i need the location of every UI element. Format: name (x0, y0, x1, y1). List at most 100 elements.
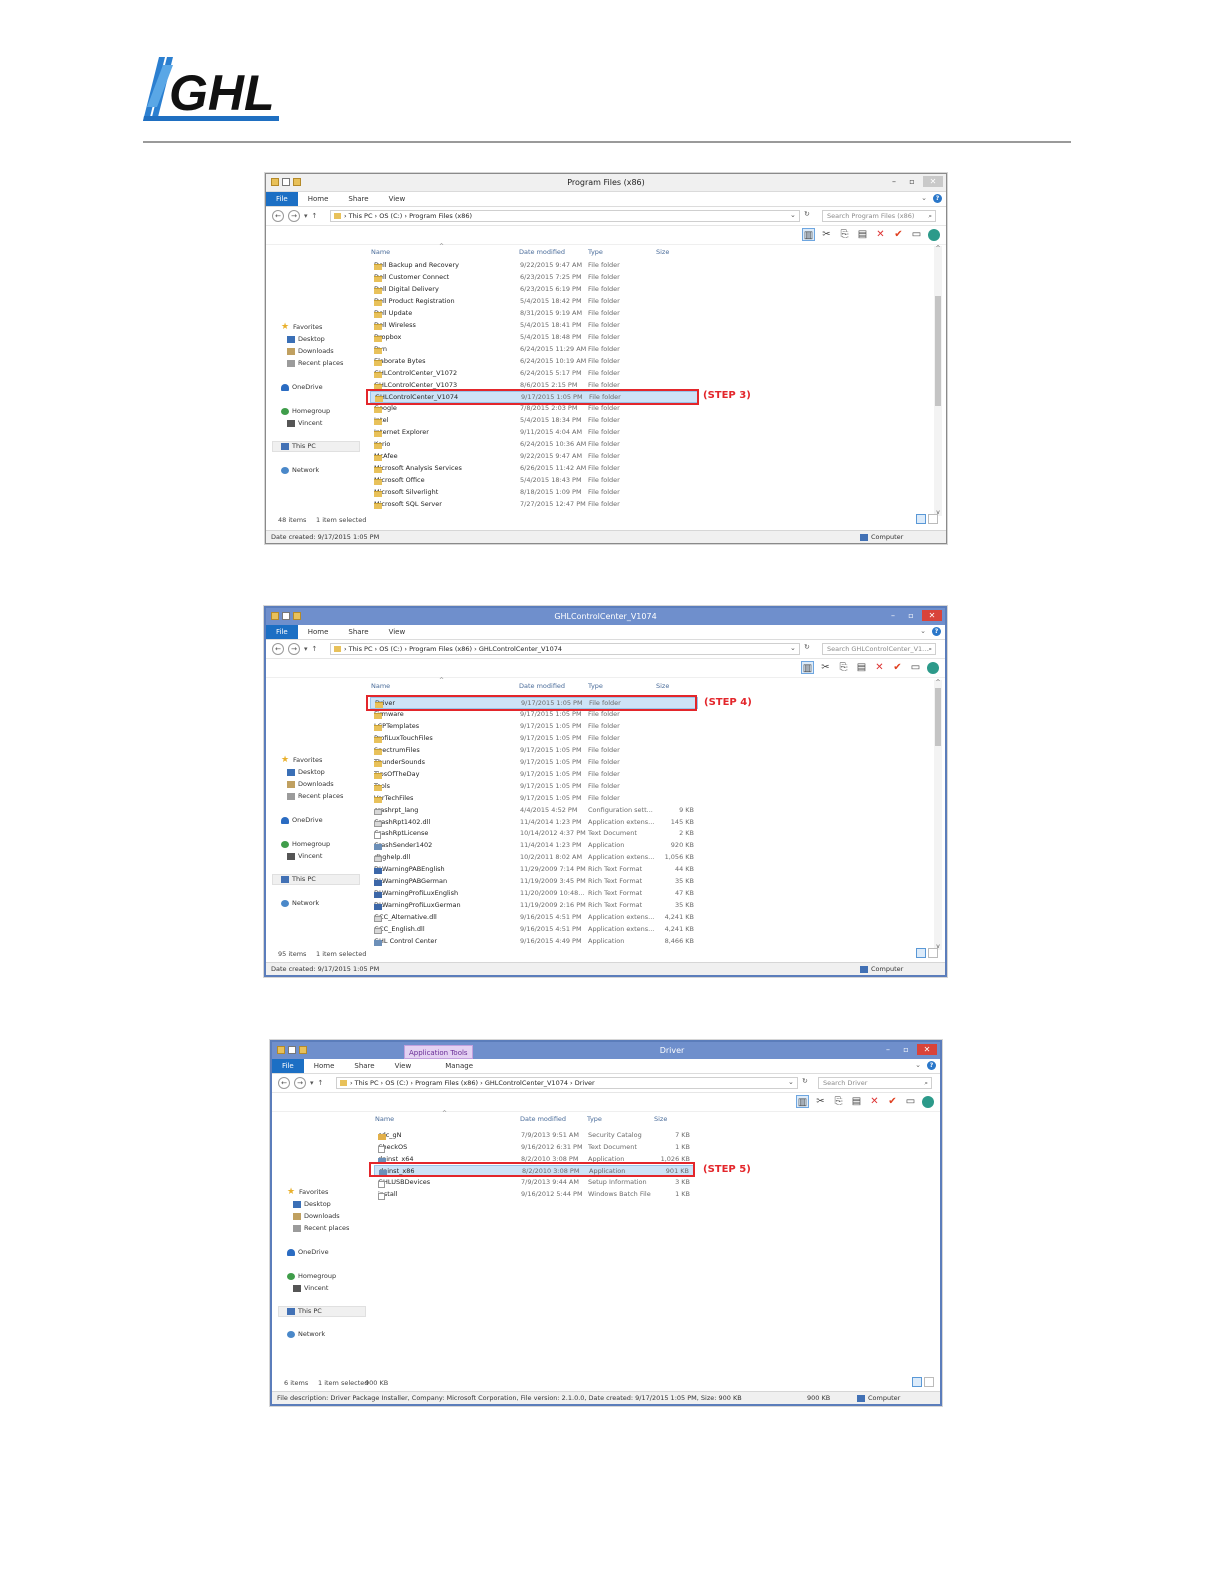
properties-icon[interactable]: ▭ (910, 228, 923, 241)
properties-icon[interactable] (288, 1046, 296, 1054)
file-row[interactable]: SpectrumFiles 9/17/2015 1:05 PM File folde… (370, 745, 698, 757)
paste-icon[interactable]: ▤ (850, 1095, 863, 1108)
tab-file[interactable]: File (272, 1059, 304, 1073)
minimize-button[interactable]: – (886, 610, 900, 621)
nav-desktop[interactable]: Desktop (293, 1201, 331, 1208)
file-row[interactable]: DLWarningProfiLuxEnglish 11/20/2009 10:48… (370, 888, 698, 900)
address-bar[interactable]: › This PC › OS (C:) › Program Files (x86… (336, 1077, 798, 1089)
file-row[interactable]: CheckOS 9/16/2012 6:31 PM Text Document 1 K… (374, 1142, 695, 1154)
nav-user[interactable]: Vincent (287, 853, 322, 860)
column-name[interactable]: Name (375, 1116, 394, 1123)
cut-icon[interactable]: ✂ (820, 228, 833, 241)
file-row[interactable]: Dell Digital Delivery 6/23/2015 6:19 PM Fi… (370, 284, 698, 296)
file-row[interactable]: GHLControlCenter_V1072 6/24/2015 5:17 PM F… (370, 368, 698, 380)
nav-user[interactable]: Vincent (293, 1285, 328, 1292)
file-row[interactable]: DLWarningPABGerman 11/19/2009 3:45 PM Rich… (370, 876, 698, 888)
tab-home[interactable]: Home (298, 625, 339, 639)
column-date-modified[interactable]: Date modified (519, 683, 565, 690)
recent-locations-icon[interactable]: ▾ (310, 1079, 314, 1087)
vertical-scrollbar[interactable]: ^ v (934, 680, 942, 950)
nav-this-pc[interactable]: This PC (272, 441, 360, 452)
help-icon[interactable]: ? (932, 627, 941, 636)
globe-icon[interactable] (922, 1095, 934, 1108)
file-row[interactable]: ProfiLuxTouchFiles 9/17/2015 1:05 PM File … (370, 733, 698, 745)
file-row[interactable]: TipsOfTheDay 9/17/2015 1:05 PM File folder (370, 769, 698, 781)
tab-view[interactable]: View (379, 192, 416, 206)
file-row[interactable]: Microsoft SQL Server 7/27/2015 12:47 PM Fi… (370, 499, 698, 511)
file-row[interactable]: Dell Customer Connect 6/23/2015 7:25 PM Fi… (370, 272, 698, 284)
nav-recent-places[interactable]: Recent places (287, 360, 343, 367)
nav-favorites[interactable]: ★ Favorites (287, 1188, 328, 1197)
tab-view[interactable]: View (379, 625, 416, 639)
nav-favorites[interactable]: ★ Favorites (281, 323, 322, 332)
minimize-button[interactable]: – (881, 1044, 895, 1055)
recent-locations-icon[interactable]: ▾ (304, 212, 308, 220)
breadcrumb-os-c[interactable]: OS (C:) (379, 212, 402, 220)
breadcrumb-ghlcontrolcenter[interactable]: GHLControlCenter_V1074 (485, 1079, 568, 1087)
search-input[interactable]: Search GHLControlCenter_V1... ⌕ (822, 643, 936, 655)
scroll-up-icon[interactable]: ^ (934, 246, 942, 252)
details-view-button[interactable] (912, 1377, 922, 1387)
quick-access-toolbar[interactable] (277, 1046, 307, 1054)
file-row[interactable]: cdc_gN 7/9/2013 9:51 AM Security Catalog 7 … (374, 1130, 695, 1142)
back-icon[interactable]: ← (278, 1077, 290, 1089)
cut-icon[interactable]: ✂ (819, 661, 832, 674)
file-row[interactable]: Dyn 6/24/2015 11:29 AMFile folder (370, 344, 698, 356)
file-row[interactable]: CrashRptLicense 10/14/2012 4:37 PM Text Do… (370, 828, 698, 840)
tab-home[interactable]: Home (298, 192, 339, 206)
refresh-icon[interactable]: ↻ (802, 1078, 808, 1085)
file-row[interactable]: Microsoft Office 5/4/2015 18:43 PM File fo… (370, 475, 698, 487)
details-view-button[interactable] (916, 514, 926, 524)
file-row[interactable]: Elaborate Bytes 6/24/2015 10:19 AM File fo… (370, 356, 698, 368)
breadcrumb-driver[interactable]: Driver (575, 1079, 595, 1087)
file-row[interactable]: Internet Explorer 9/11/2015 4:04 AM File f… (370, 427, 698, 439)
nav-network[interactable]: Network (281, 900, 319, 907)
tab-view[interactable]: View (385, 1059, 422, 1073)
paste-icon[interactable]: ▤ (855, 661, 868, 674)
nav-homegroup[interactable]: Homegroup (287, 1273, 336, 1280)
title-bar[interactable]: GHLControlCenter_V1074 – ▫ ✕ (266, 608, 945, 625)
tab-home[interactable]: Home (304, 1059, 345, 1073)
close-button[interactable]: ✕ (917, 1044, 937, 1055)
tab-share[interactable]: Share (338, 625, 378, 639)
forward-icon[interactable]: → (288, 643, 300, 655)
file-row[interactable]: Microsoft Silverlight 8/18/2015 1:09 PM Fi… (370, 487, 698, 499)
nav-downloads[interactable]: Downloads (287, 348, 334, 355)
copy-icon[interactable]: ⎘ (838, 228, 851, 241)
up-icon[interactable]: ↑ (312, 212, 318, 220)
file-row[interactable]: DLWarningPABEnglish 11/29/2009 7:14 PM Ric… (370, 864, 698, 876)
tab-file[interactable]: File (266, 625, 298, 639)
file-row[interactable]: McAfee 9/22/2015 9:47 AM File folder (370, 451, 698, 463)
breadcrumb-program-files[interactable]: Program Files (x86) (415, 1079, 478, 1087)
breadcrumb-os-c[interactable]: OS (C:) (379, 645, 402, 653)
copy-icon[interactable]: ⎘ (837, 661, 850, 674)
maximize-button[interactable]: ▫ (899, 1044, 913, 1055)
help-icon[interactable]: ? (933, 194, 942, 203)
delete-icon[interactable]: ✕ (874, 228, 887, 241)
nav-homegroup[interactable]: Homegroup (281, 841, 330, 848)
file-row[interactable]: Intel 5/4/2015 18:34 PM File folder (370, 415, 698, 427)
file-row[interactable]: Dell Update 8/31/2015 9:19 AM File folder (370, 308, 698, 320)
nav-this-pc[interactable]: This PC (272, 874, 360, 885)
maximize-button[interactable]: ▫ (905, 176, 919, 187)
nav-network[interactable]: Network (281, 467, 319, 474)
nav-desktop[interactable]: Desktop (287, 769, 325, 776)
nav-onedrive[interactable]: OneDrive (287, 1249, 329, 1256)
file-row[interactable]: Kerio 6/24/2015 10:36 AM File folder (370, 439, 698, 451)
nav-user[interactable]: Vincent (287, 420, 322, 427)
globe-icon[interactable] (927, 661, 939, 674)
up-icon[interactable]: ↑ (318, 1079, 324, 1087)
file-row[interactable]: GCC_Alternative.dll 9/16/2015 4:51 PM Appl… (370, 912, 698, 924)
file-row[interactable]: Tools 9/17/2015 1:05 PM File folder (370, 781, 698, 793)
title-bar[interactable]: Program Files (x86) – ▫ ✕ (266, 174, 946, 192)
expand-ribbon-icon[interactable]: ⌄ (920, 628, 926, 635)
navigation-pane-icon[interactable]: ▥ (796, 1095, 809, 1108)
cut-icon[interactable]: ✂ (814, 1095, 827, 1108)
nav-favorites[interactable]: ★ Favorites (281, 756, 322, 765)
expand-ribbon-icon[interactable]: ⌄ (915, 1062, 921, 1069)
back-icon[interactable]: ← (272, 643, 284, 655)
breadcrumb-this-pc[interactable]: This PC (355, 1079, 379, 1087)
scrollbar-thumb[interactable] (935, 688, 941, 746)
file-row[interactable]: VorTechFiles 9/17/2015 1:05 PM File folder (370, 793, 698, 805)
column-size[interactable]: Size (656, 683, 669, 690)
